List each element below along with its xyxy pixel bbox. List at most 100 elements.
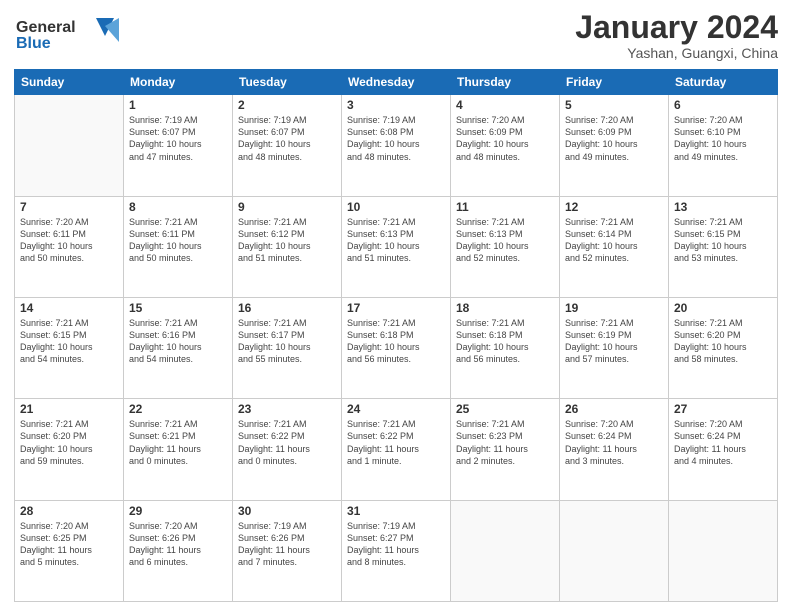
calendar-cell: 13Sunrise: 7:21 AM Sunset: 6:15 PM Dayli… [669, 196, 778, 297]
location: Yashan, Guangxi, China [575, 45, 778, 61]
col-header-saturday: Saturday [669, 70, 778, 95]
calendar-cell: 8Sunrise: 7:21 AM Sunset: 6:11 PM Daylig… [124, 196, 233, 297]
svg-text:General: General [16, 19, 76, 36]
calendar-cell: 12 Sunrise: 7:21 AM Sunset: 6:14 PM Dayli… [560, 196, 669, 297]
day-info: Sunrise: 7:20 AM Sunset: 6:26 PM Dayligh… [129, 520, 227, 569]
day-info: Sunrise: 7:20 AM Sunset: 6:25 PM Dayligh… [20, 520, 118, 569]
day-info: Sunrise: 7:21 AM Sunset: 6:11 PM Dayligh… [129, 216, 227, 265]
day-number: 30 [238, 504, 336, 518]
calendar-cell: 11Sunrise: 7:21 AM Sunset: 6:13 PM Dayli… [451, 196, 560, 297]
svg-text:Blue: Blue [16, 35, 51, 52]
day-number: 6 [674, 98, 772, 112]
day-info: Sunrise: 7:20 AM Sunset: 6:09 PM Dayligh… [565, 114, 663, 163]
day-info: Sunrise: 7:20 AM Sunset: 6:11 PM Dayligh… [20, 216, 118, 265]
day-info: Sunrise: 7:21 AM Sunset: 6:18 PM Dayligh… [456, 317, 554, 366]
day-number: 29 [129, 504, 227, 518]
day-info: Sunrise: 7:21 AM Sunset: 6:22 PM Dayligh… [347, 418, 445, 467]
calendar-cell: 21Sunrise: 7:21 AM Sunset: 6:20 PM Dayli… [15, 399, 124, 500]
calendar-cell: 3 Sunrise: 7:19 AM Sunset: 6:08 PM Daylig… [342, 95, 451, 196]
day-number: 21 [20, 402, 118, 416]
calendar-cell: 29 Sunrise: 7:20 AM Sunset: 6:26 PM Dayli… [124, 500, 233, 601]
day-info: Sunrise: 7:21 AM Sunset: 6:18 PM Dayligh… [347, 317, 445, 366]
calendar-cell: 2 Sunrise: 7:19 AM Sunset: 6:07 PM Daylig… [233, 95, 342, 196]
day-info: Sunrise: 7:19 AM Sunset: 6:26 PM Dayligh… [238, 520, 336, 569]
calendar-week-row: 28Sunrise: 7:20 AM Sunset: 6:25 PM Dayli… [15, 500, 778, 601]
day-number: 2 [238, 98, 336, 112]
day-number: 31 [347, 504, 445, 518]
day-number: 18 [456, 301, 554, 315]
col-header-sunday: Sunday [15, 70, 124, 95]
day-info: Sunrise: 7:21 AM Sunset: 6:19 PM Dayligh… [565, 317, 663, 366]
day-info: Sunrise: 7:21 AM Sunset: 6:22 PM Dayligh… [238, 418, 336, 467]
day-number: 3 [347, 98, 445, 112]
day-number: 16 [238, 301, 336, 315]
day-number: 11 [456, 200, 554, 214]
day-number: 17 [347, 301, 445, 315]
calendar-cell [669, 500, 778, 601]
calendar-cell: 7Sunrise: 7:20 AM Sunset: 6:11 PM Daylig… [15, 196, 124, 297]
col-header-friday: Friday [560, 70, 669, 95]
day-info: Sunrise: 7:19 AM Sunset: 6:07 PM Dayligh… [129, 114, 227, 163]
calendar-cell: 22Sunrise: 7:21 AM Sunset: 6:21 PM Dayli… [124, 399, 233, 500]
calendar-cell: 26Sunrise: 7:20 AM Sunset: 6:24 PM Dayli… [560, 399, 669, 500]
calendar-cell: 16 Sunrise: 7:21 AM Sunset: 6:17 PM Dayli… [233, 297, 342, 398]
calendar-cell: 5 Sunrise: 7:20 AM Sunset: 6:09 PM Daylig… [560, 95, 669, 196]
calendar-cell: 10Sunrise: 7:21 AM Sunset: 6:13 PM Dayli… [342, 196, 451, 297]
calendar-header-row: SundayMondayTuesdayWednesdayThursdayFrid… [15, 70, 778, 95]
day-number: 4 [456, 98, 554, 112]
calendar-week-row: 14Sunrise: 7:21 AM Sunset: 6:15 PM Dayli… [15, 297, 778, 398]
calendar-cell [451, 500, 560, 601]
day-number: 25 [456, 402, 554, 416]
calendar-cell: 9 Sunrise: 7:21 AM Sunset: 6:12 PM Daylig… [233, 196, 342, 297]
day-info: Sunrise: 7:20 AM Sunset: 6:10 PM Dayligh… [674, 114, 772, 163]
day-info: Sunrise: 7:19 AM Sunset: 6:08 PM Dayligh… [347, 114, 445, 163]
day-info: Sunrise: 7:21 AM Sunset: 6:16 PM Dayligh… [129, 317, 227, 366]
day-number: 12 [565, 200, 663, 214]
day-info: Sunrise: 7:20 AM Sunset: 6:24 PM Dayligh… [674, 418, 772, 467]
calendar-cell: 18 Sunrise: 7:21 AM Sunset: 6:18 PM Dayli… [451, 297, 560, 398]
day-info: Sunrise: 7:21 AM Sunset: 6:17 PM Dayligh… [238, 317, 336, 366]
calendar-cell: 30 Sunrise: 7:19 AM Sunset: 6:26 PM Dayli… [233, 500, 342, 601]
calendar-table: SundayMondayTuesdayWednesdayThursdayFrid… [14, 69, 778, 602]
calendar-cell: 19 Sunrise: 7:21 AM Sunset: 6:19 PM Dayli… [560, 297, 669, 398]
calendar-cell: 15 Sunrise: 7:21 AM Sunset: 6:16 PM Dayli… [124, 297, 233, 398]
day-number: 1 [129, 98, 227, 112]
day-number: 27 [674, 402, 772, 416]
day-info: Sunrise: 7:19 AM Sunset: 6:27 PM Dayligh… [347, 520, 445, 569]
day-number: 23 [238, 402, 336, 416]
calendar-week-row: 1 Sunrise: 7:19 AM Sunset: 6:07 PM Daylig… [15, 95, 778, 196]
calendar-cell: 31 Sunrise: 7:19 AM Sunset: 6:27 PM Dayli… [342, 500, 451, 601]
calendar-week-row: 7Sunrise: 7:20 AM Sunset: 6:11 PM Daylig… [15, 196, 778, 297]
calendar-week-row: 21Sunrise: 7:21 AM Sunset: 6:20 PM Dayli… [15, 399, 778, 500]
calendar-cell: 4 Sunrise: 7:20 AM Sunset: 6:09 PM Daylig… [451, 95, 560, 196]
calendar-cell: 6 Sunrise: 7:20 AM Sunset: 6:10 PM Daylig… [669, 95, 778, 196]
calendar-cell: 27 Sunrise: 7:20 AM Sunset: 6:24 PM Dayli… [669, 399, 778, 500]
logo-text: General Blue [14, 14, 124, 59]
calendar-cell: 17 Sunrise: 7:21 AM Sunset: 6:18 PM Dayli… [342, 297, 451, 398]
day-number: 9 [238, 200, 336, 214]
day-info: Sunrise: 7:21 AM Sunset: 6:15 PM Dayligh… [20, 317, 118, 366]
calendar-cell: 20Sunrise: 7:21 AM Sunset: 6:20 PM Dayli… [669, 297, 778, 398]
day-info: Sunrise: 7:21 AM Sunset: 6:23 PM Dayligh… [456, 418, 554, 467]
day-info: Sunrise: 7:20 AM Sunset: 6:09 PM Dayligh… [456, 114, 554, 163]
page: General Blue January 2024 Yashan, Guangx… [0, 0, 792, 612]
day-info: Sunrise: 7:21 AM Sunset: 6:20 PM Dayligh… [674, 317, 772, 366]
col-header-wednesday: Wednesday [342, 70, 451, 95]
month-title: January 2024 [575, 10, 778, 45]
calendar-cell [15, 95, 124, 196]
day-number: 15 [129, 301, 227, 315]
day-info: Sunrise: 7:21 AM Sunset: 6:14 PM Dayligh… [565, 216, 663, 265]
day-info: Sunrise: 7:21 AM Sunset: 6:12 PM Dayligh… [238, 216, 336, 265]
day-number: 10 [347, 200, 445, 214]
day-number: 19 [565, 301, 663, 315]
day-number: 13 [674, 200, 772, 214]
day-info: Sunrise: 7:19 AM Sunset: 6:07 PM Dayligh… [238, 114, 336, 163]
day-number: 5 [565, 98, 663, 112]
header: General Blue January 2024 Yashan, Guangx… [14, 10, 778, 61]
calendar-cell: 14Sunrise: 7:21 AM Sunset: 6:15 PM Dayli… [15, 297, 124, 398]
calendar-cell: 25 Sunrise: 7:21 AM Sunset: 6:23 PM Dayli… [451, 399, 560, 500]
col-header-monday: Monday [124, 70, 233, 95]
day-info: Sunrise: 7:20 AM Sunset: 6:24 PM Dayligh… [565, 418, 663, 467]
col-header-thursday: Thursday [451, 70, 560, 95]
day-number: 22 [129, 402, 227, 416]
